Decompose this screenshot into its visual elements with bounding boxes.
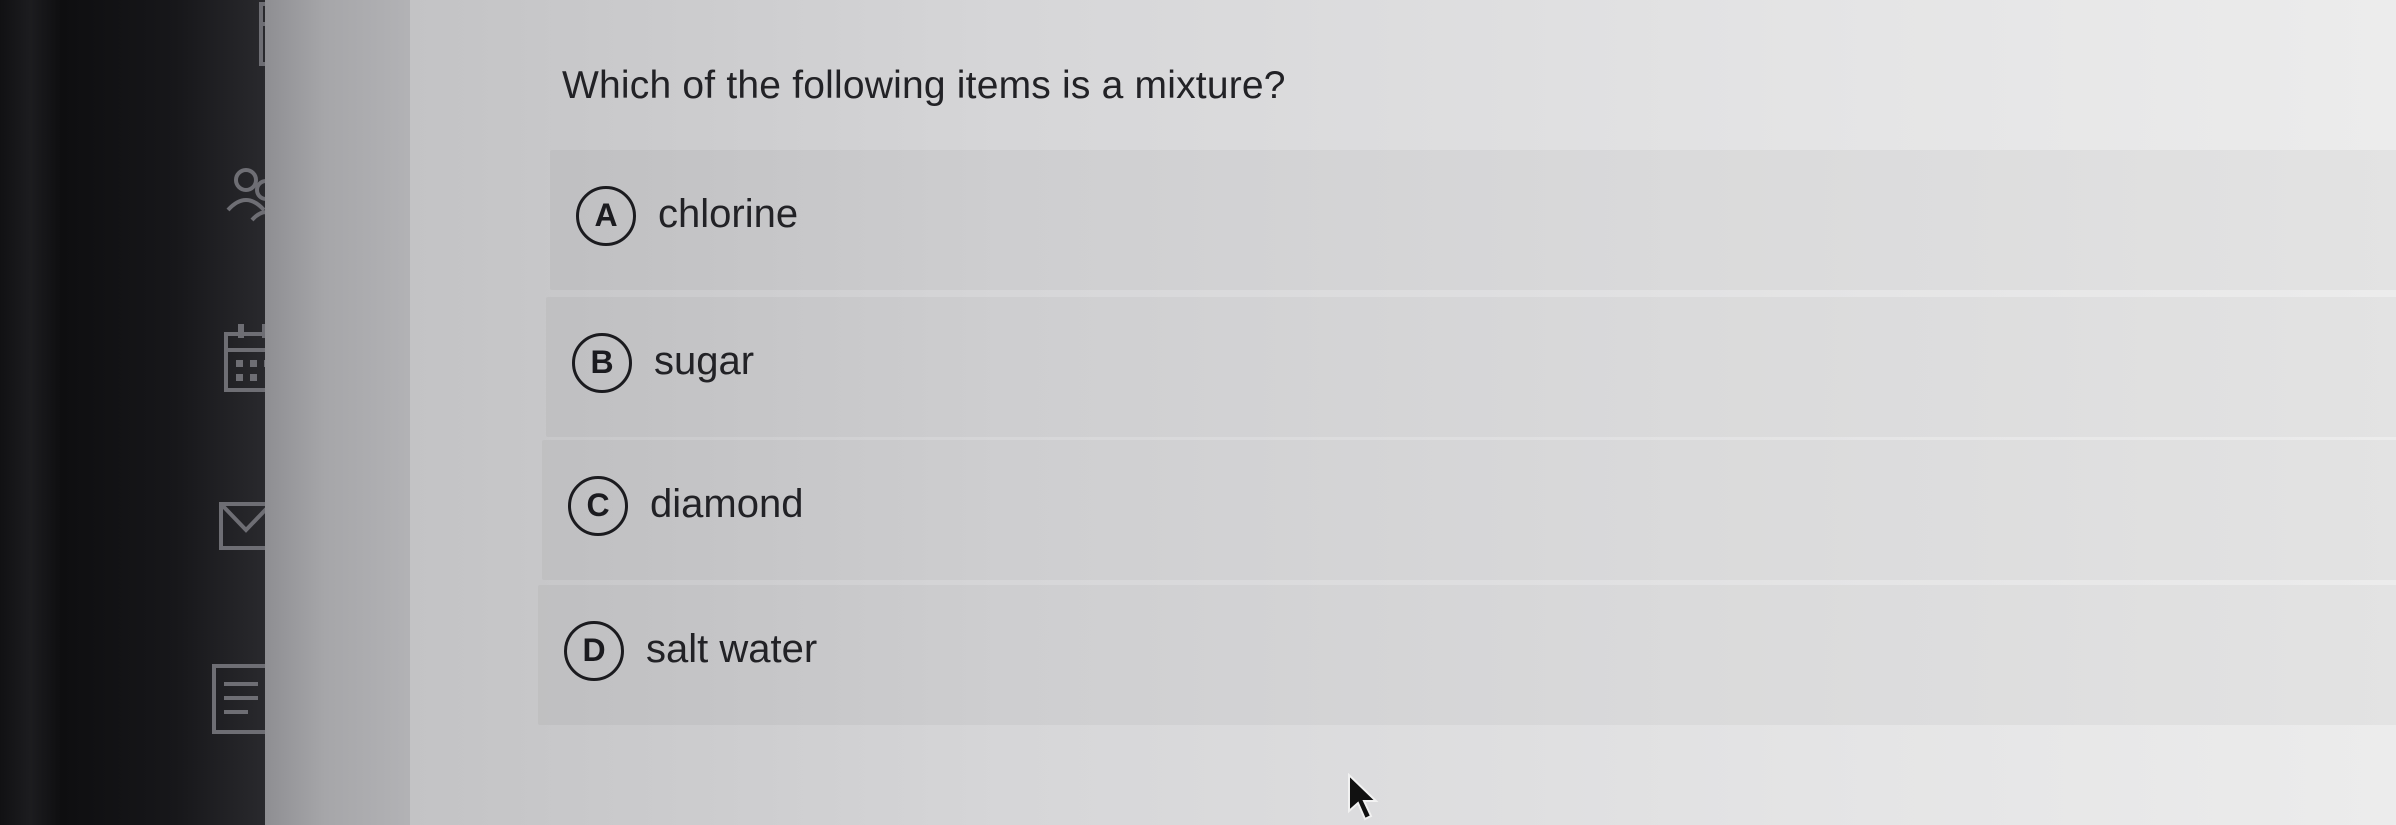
left-nav-rail (60, 0, 315, 825)
mouse-pointer-icon (1345, 772, 1385, 825)
question-panel: Which of the following items is a mixtur… (410, 0, 2396, 825)
choice-b[interactable]: B sugar (546, 297, 2396, 437)
choice-d[interactable]: D salt water (538, 585, 2396, 725)
choice-letter-a: A (576, 186, 636, 246)
choice-label-a: chlorine (658, 192, 799, 236)
sidebar-gutter (265, 0, 415, 825)
choice-letter-b: B (572, 333, 632, 393)
choice-letter-d: D (564, 621, 624, 681)
choice-label-d: salt water (646, 627, 818, 671)
choice-label-b: sugar (654, 339, 755, 383)
screen: Which of the following items is a mixtur… (0, 0, 2396, 825)
choice-a[interactable]: A chlorine (550, 150, 2396, 290)
choice-label-c: diamond (650, 482, 804, 526)
choice-c[interactable]: C diamond (542, 440, 2396, 580)
choice-letter-c: C (568, 476, 628, 536)
question-text: Which of the following items is a mixtur… (562, 64, 1286, 107)
